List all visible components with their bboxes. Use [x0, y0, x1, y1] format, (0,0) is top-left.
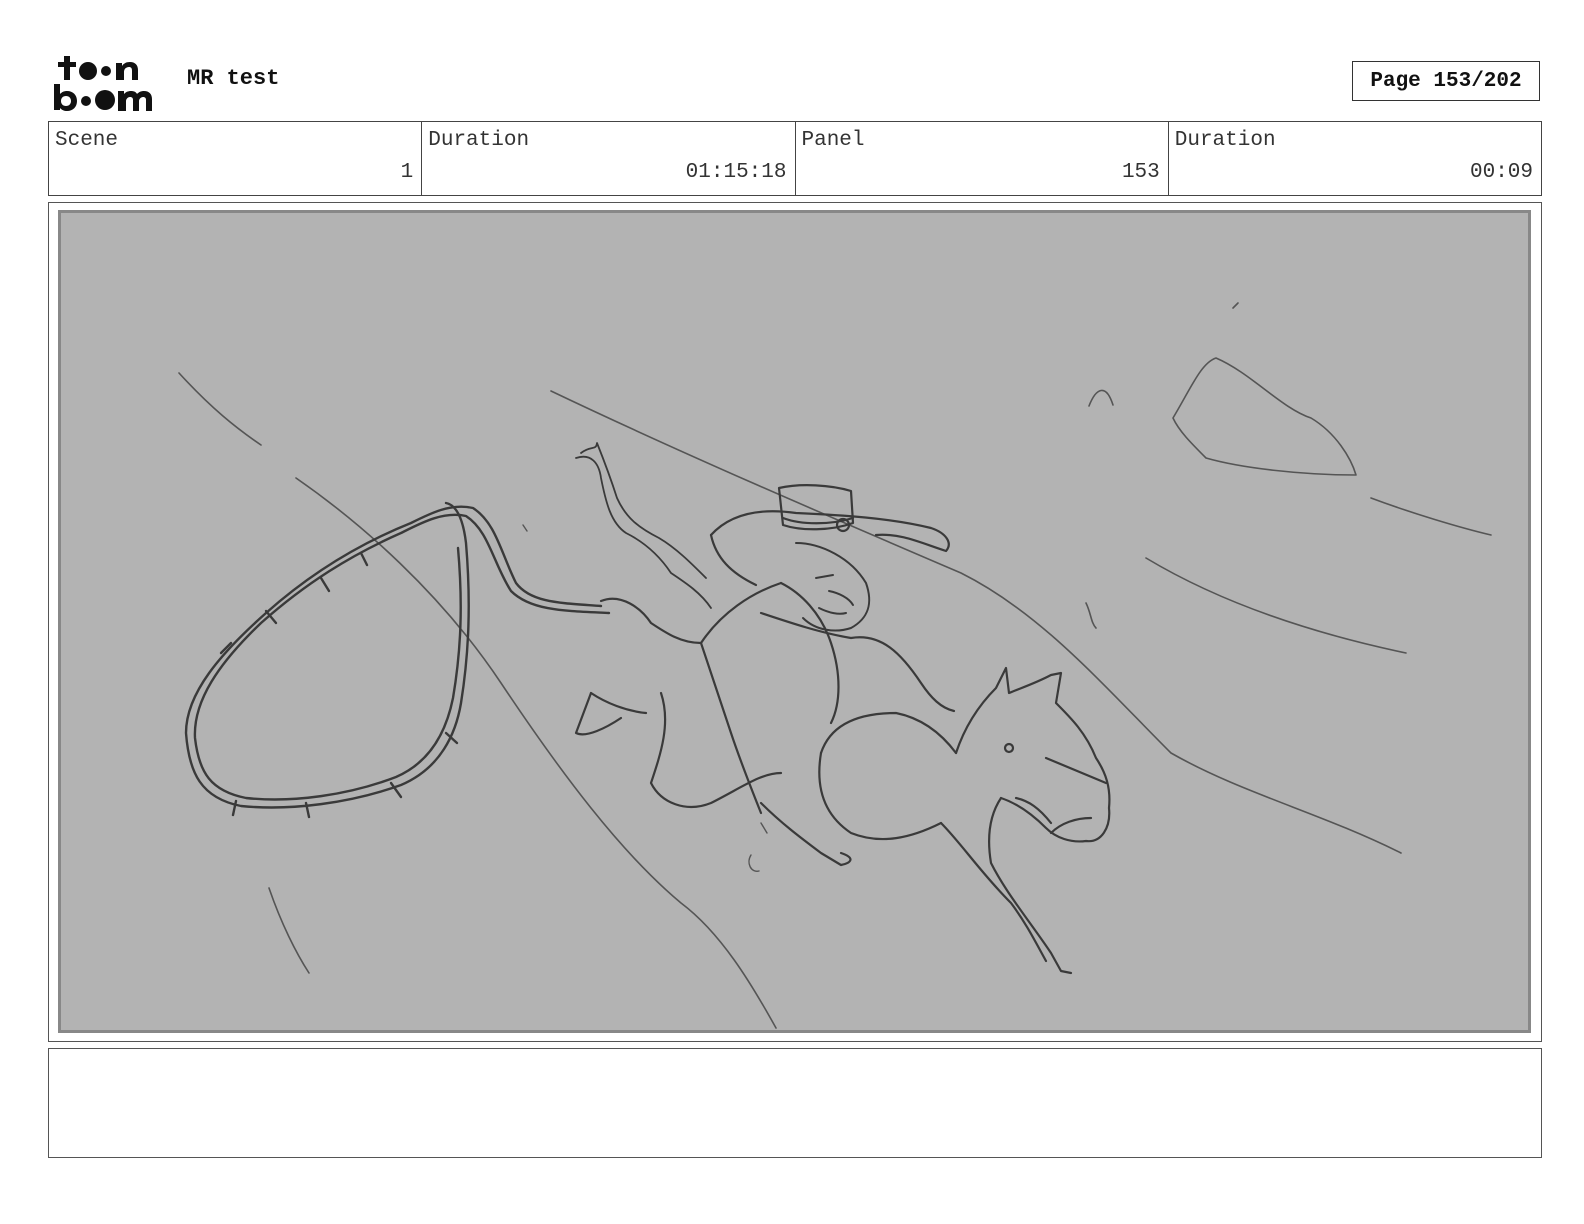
- panel-duration-label: Duration: [1174, 129, 1276, 152]
- scene-duration-label: Duration: [428, 129, 530, 152]
- scene-info-row: Scene 1 Duration 01:15:18 Panel 153 Dura…: [48, 121, 1542, 196]
- panel-notes-box: [48, 1048, 1542, 1158]
- scene-value: 1: [400, 161, 414, 184]
- scene-cell: Scene 1: [49, 122, 423, 195]
- toon-boom-logo: [52, 52, 164, 112]
- panel-duration-cell: Duration 00:09: [1169, 122, 1541, 195]
- scene-duration-value: 01:15:18: [685, 161, 787, 184]
- scene-label: Scene: [55, 129, 119, 152]
- panel-label: Panel: [801, 129, 865, 152]
- panel-value: 153: [1121, 161, 1160, 184]
- storyboard-panel-image: [58, 210, 1531, 1033]
- page-indicator: Page 153/202: [1352, 61, 1540, 101]
- panel-duration-value: 00:09: [1469, 161, 1533, 184]
- panel-cell: Panel 153: [796, 122, 1169, 195]
- storyboard-panel-frame: [48, 202, 1542, 1042]
- scene-duration-cell: Duration 01:15:18: [422, 122, 796, 195]
- project-title: MR test: [187, 66, 280, 91]
